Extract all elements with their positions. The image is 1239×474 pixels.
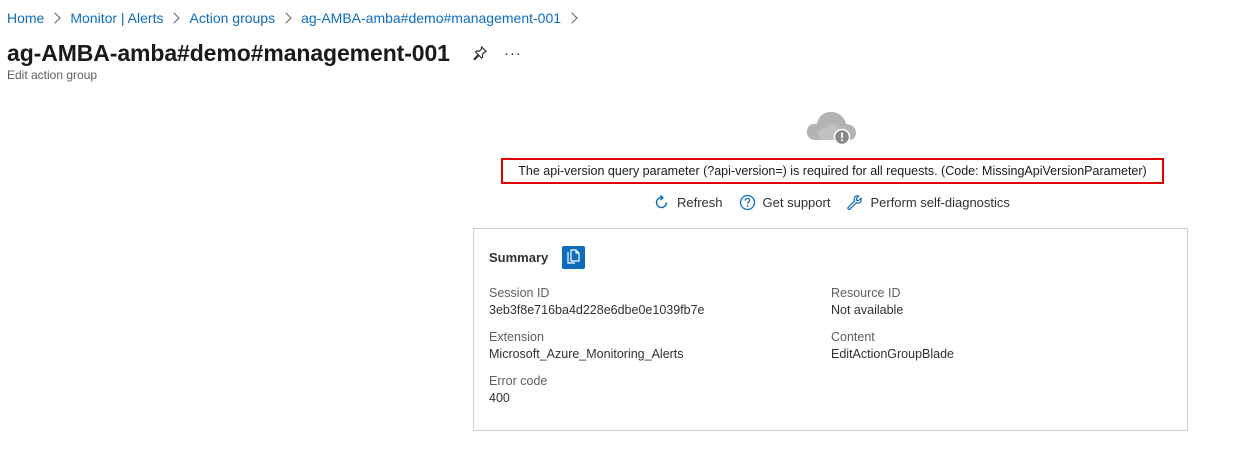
- error-code-value: 400: [489, 391, 510, 405]
- session-id-label: Session ID: [489, 286, 550, 300]
- summary-header: Summary: [489, 244, 586, 270]
- copy-button[interactable]: [562, 245, 586, 269]
- breadcrumb: Home Monitor | Alerts Action groups ag-A…: [7, 9, 587, 27]
- get-support-button[interactable]: Get support: [739, 194, 831, 211]
- summary-panel: Summary Session ID 3eb3f8e716ba4d228e6db…: [473, 228, 1188, 431]
- breadcrumb-home[interactable]: Home: [7, 10, 44, 26]
- chevron-right-icon: [49, 12, 62, 24]
- extension-label: Extension: [489, 330, 544, 344]
- chevron-right-icon: [168, 12, 181, 24]
- extension-value: Microsoft_Azure_Monitoring_Alerts: [489, 347, 684, 361]
- summary-title: Summary: [489, 249, 549, 265]
- self-diagnostics-button[interactable]: Perform self-diagnostics: [846, 194, 1010, 211]
- content-field: Content EditActionGroupBlade: [831, 329, 954, 363]
- more-options-icon[interactable]: ···: [504, 45, 522, 62]
- breadcrumb-monitor-alerts[interactable]: Monitor | Alerts: [70, 10, 163, 26]
- refresh-button[interactable]: Refresh: [653, 194, 723, 211]
- session-id-field: Session ID 3eb3f8e716ba4d228e6dbe0e1039f…: [489, 285, 705, 319]
- error-message: The api-version query parameter (?api-ve…: [501, 158, 1164, 184]
- breadcrumb-action-group[interactable]: ag-AMBA-amba#demo#management-001: [301, 10, 561, 26]
- content-value: EditActionGroupBlade: [831, 347, 954, 361]
- pin-icon[interactable]: [472, 44, 490, 62]
- pin-icon-svg: [473, 46, 487, 61]
- page-title: ag-AMBA-amba#demo#management-001: [7, 39, 450, 66]
- error-code-field: Error code 400: [489, 373, 547, 407]
- breadcrumb-action-groups[interactable]: Action groups: [189, 10, 275, 26]
- page-subtitle: Edit action group: [7, 68, 98, 82]
- resource-id-value: Not available: [831, 303, 904, 317]
- get-support-label: Get support: [762, 194, 831, 210]
- resource-id-field: Resource ID Not available: [831, 285, 903, 319]
- copy-icon: [567, 248, 580, 264]
- refresh-label: Refresh: [677, 194, 723, 210]
- title-row: ag-AMBA-amba#demo#management-001 ···: [7, 38, 522, 68]
- refresh-icon: [655, 194, 668, 208]
- resource-id-label: Resource ID: [831, 286, 901, 300]
- chevron-right-icon: [566, 12, 578, 24]
- cloud-error-icon: [804, 106, 858, 146]
- error-code-label: Error code: [489, 374, 548, 388]
- extension-field: Extension Microsoft_Azure_Monitoring_Ale…: [489, 329, 684, 363]
- content-label: Content: [831, 330, 875, 344]
- wrench-icon: [847, 194, 863, 210]
- chevron-right-icon: [280, 12, 292, 24]
- session-id-value: 3eb3f8e716ba4d228e6dbe0e1039fb7e: [489, 303, 705, 317]
- help-icon: [739, 194, 755, 210]
- error-message-text: The api-version query parameter (?api-ve…: [518, 164, 1147, 178]
- self-diagnostics-label: Perform self-diagnostics: [870, 194, 1010, 210]
- error-actions: Refresh Get support Perform self-diagnos…: [653, 192, 1026, 212]
